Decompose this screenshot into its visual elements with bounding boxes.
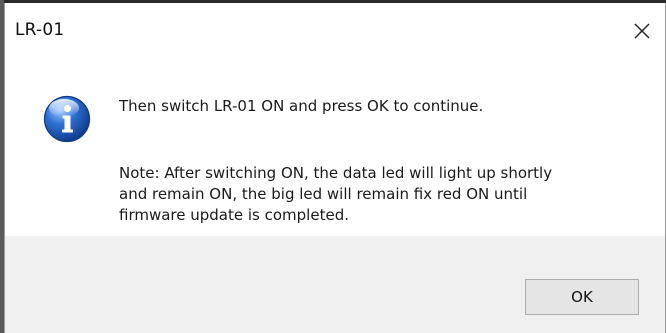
note-line: firmware update is completed. [119,206,349,224]
title-bar[interactable]: LR-01 [5,3,665,59]
note-text: Note: After switching ON, the data led w… [119,163,659,226]
note-line: Note: After switching ON, the data led w… [119,164,553,182]
dialog-body: Then switch LR-01 ON and press OK to con… [5,59,665,244]
message-text: Then switch LR-01 ON and press OK to con… [119,97,484,115]
close-icon [633,22,651,40]
message-dialog: LR-01 Then switch LR-01 ON and press OK … [4,3,666,333]
note-line: and remain ON, the big led will remain f… [119,185,528,203]
close-button[interactable] [619,11,665,51]
info-icon [42,94,92,144]
dialog-footer: OK [5,236,665,333]
window-title: LR-01 [15,20,65,40]
ok-button[interactable]: OK [525,279,639,315]
